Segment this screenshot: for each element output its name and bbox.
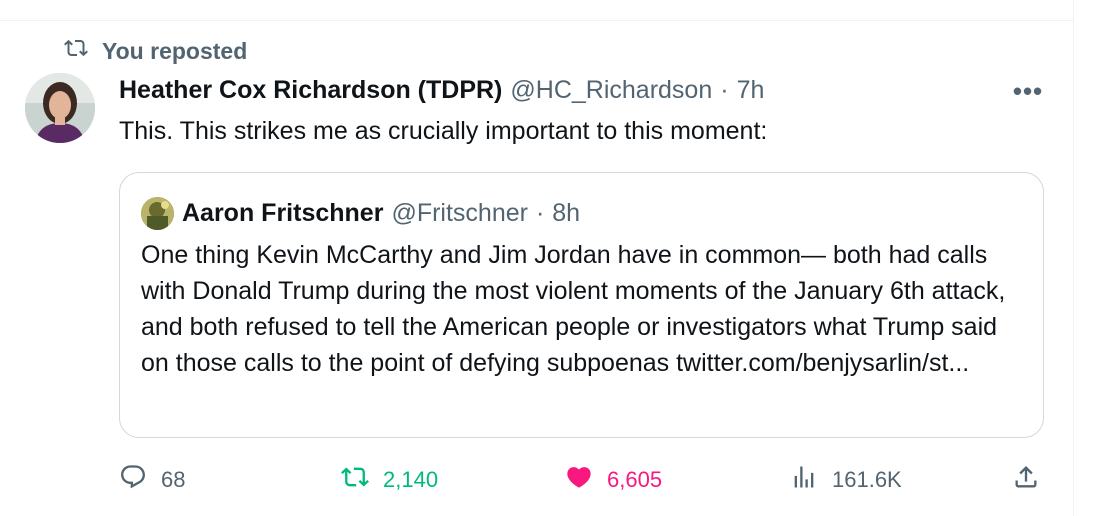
like-count: 6,605 xyxy=(607,467,663,492)
views-count: 161.6K xyxy=(832,467,902,492)
repost-action-icon xyxy=(341,463,369,497)
more-options-icon: ••• xyxy=(1012,75,1044,106)
heart-icon xyxy=(565,463,593,497)
quoted-author-name: Aaron Fritschner xyxy=(182,198,384,227)
views-button[interactable]: 161.6K xyxy=(790,460,902,500)
top-divider xyxy=(0,20,1074,21)
quoted-tweet-card[interactable]: Aaron Fritschner @Fritschner · 8h One th… xyxy=(119,172,1044,438)
repost-button[interactable]: 2,140 xyxy=(341,460,438,500)
reply-icon xyxy=(119,463,147,497)
share-button[interactable] xyxy=(1012,460,1040,500)
action-bar: 68 2,140 6,605 161.6K xyxy=(119,460,1049,500)
tweet-timestamp[interactable]: 7h xyxy=(737,76,765,105)
quoted-author-avatar xyxy=(141,196,174,230)
views-icon xyxy=(790,463,818,497)
like-button[interactable]: 6,605 xyxy=(565,460,662,500)
share-icon xyxy=(1012,463,1040,497)
tweet-text: This. This strikes me as crucially impor… xyxy=(119,117,768,145)
reply-button[interactable]: 68 xyxy=(119,460,185,500)
repost-icon xyxy=(64,36,88,66)
quoted-tweet-text: One thing Kevin McCarthy and Jim Jordan … xyxy=(141,241,1006,377)
quoted-timestamp: 8h xyxy=(552,198,581,227)
tweet-header: Heather Cox Richardson (TDPR) @HC_Richar… xyxy=(119,72,764,108)
repost-label: You reposted xyxy=(102,37,248,64)
reply-count: 68 xyxy=(161,467,186,492)
more-options-button[interactable]: ••• xyxy=(1006,74,1050,108)
repost-context: You reposted xyxy=(64,36,247,66)
quoted-author-handle: @Fritschner xyxy=(391,198,528,227)
quoted-tweet-header: Aaron Fritschner @Fritschner · 8h xyxy=(141,196,581,230)
repost-count: 2,140 xyxy=(383,467,439,492)
quoted-meta-separator: · xyxy=(535,198,545,227)
meta-separator: · xyxy=(720,75,729,104)
author-name[interactable]: Heather Cox Richardson (TDPR) xyxy=(119,76,502,105)
author-handle[interactable]: @HC_Richardson xyxy=(510,76,712,105)
right-divider xyxy=(1073,0,1074,516)
author-avatar[interactable] xyxy=(25,73,95,143)
